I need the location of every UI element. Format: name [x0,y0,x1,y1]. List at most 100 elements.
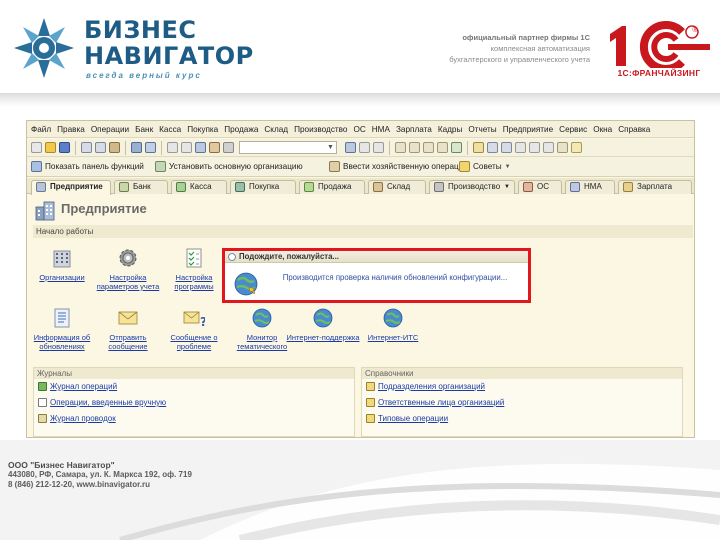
search-prev-icon[interactable] [373,142,384,153]
menu-warehouse[interactable]: Склад [264,125,288,134]
tab-salary[interactable]: Зарплата [618,180,692,194]
copy-icon[interactable] [95,142,106,153]
menu-edit[interactable]: Правка [57,125,85,134]
enter-operation-button[interactable]: Ввести хозяйственную операцию [329,161,469,172]
chevron-down-icon[interactable]: ▼ [504,181,510,193]
menu-operations[interactable]: Операции [91,125,129,134]
cut-icon[interactable] [81,142,92,153]
sales-icon [304,182,314,192]
link-label: Операции, введенные вручную [50,398,167,407]
preview-icon[interactable] [145,142,156,153]
menu-bank[interactable]: Банк [135,125,153,134]
globe-icon [234,272,258,296]
menu-hr[interactable]: Кадры [438,125,463,134]
page-title: Предприятие [61,201,147,216]
start-section-header: Начало работы [33,225,693,238]
menu-production[interactable]: Производство [294,125,347,134]
calculator-icon[interactable] [451,142,462,153]
mail-icon[interactable] [487,142,498,153]
search-combobox[interactable]: ▼ [239,141,337,154]
link-manual-operations[interactable]: Операции, введенные вручную [34,395,354,411]
organization-icon [155,161,166,172]
calc-icon[interactable] [223,142,234,153]
info-icon[interactable] [501,142,512,153]
paste-icon[interactable] [109,142,120,153]
m-minus-icon[interactable] [529,142,540,153]
menu-file[interactable]: Файл [31,125,51,134]
company-name: ООО "Бизнес Навигатор" [8,460,115,470]
link-org-departments[interactable]: Подразделения организаций [362,379,682,395]
link-operations-journal[interactable]: Журнал операций [34,379,354,395]
calendar-icon[interactable] [423,142,434,153]
tab-fixed-assets[interactable]: ОС [518,180,562,194]
tab-enterprise[interactable]: Предприятие [31,180,111,195]
chevron-down-icon[interactable]: ▼ [326,143,335,152]
search-next-icon[interactable] [359,142,370,153]
fixed-assets-icon [523,182,533,192]
menu-cash[interactable]: Касса [159,125,181,134]
mail-icon [118,311,138,325]
partner-info: официальный партнер фирмы 1С комплексная… [420,32,590,65]
tile-accounting-settings[interactable]: Настройка параметров учета [95,247,161,291]
folder-icon [366,414,375,423]
menu-fixed-assets[interactable]: ОС [353,125,365,134]
menu-intangibles[interactable]: НМА [372,125,390,134]
chevron-down-icon[interactable]: ▼ [505,164,511,170]
cash-icon [176,182,186,192]
menu-salary[interactable]: Зарплата [396,125,432,134]
menu-sales[interactable]: Продажа [224,125,258,134]
redo-icon[interactable] [181,142,192,153]
bank-icon [119,182,129,192]
tab-bank[interactable]: Банк [114,180,168,194]
set-org-button[interactable]: Установить основную организацию [155,161,303,172]
company-contacts: ООО "Бизнес Навигатор" 443080, РФ, Самар… [8,460,192,490]
undo-icon[interactable] [167,142,178,153]
print-icon[interactable] [131,142,142,153]
advice-button[interactable]: Советы ▼ [459,161,511,172]
tab-label: Банк [133,182,151,191]
tile-send-message[interactable]: Отправить сообщение [95,307,161,351]
new-doc-icon[interactable] [31,142,42,153]
tile-program-settings[interactable]: Настройка программы [161,247,227,291]
m-plus-icon[interactable] [515,142,526,153]
open-folder-icon[interactable] [45,142,56,153]
note-icon[interactable] [437,142,448,153]
menu-help[interactable]: Справка [618,125,650,134]
tile-organizations[interactable]: Организации [29,247,95,282]
brand-tagline: всегда верный курс [86,71,202,80]
tools-icon[interactable] [209,142,220,153]
show-panel-button[interactable]: Показать панель функций [31,161,144,172]
menu-purchase[interactable]: Покупка [187,125,218,134]
mail-question-icon: ? [183,311,205,329]
save-icon[interactable] [59,142,70,153]
help-icon[interactable] [473,142,484,153]
tab-warehouse[interactable]: Склад [368,180,426,194]
settings-icon[interactable] [557,142,568,153]
tab-purchase[interactable]: Покупка [230,180,296,194]
tile-internet-its[interactable]: Интернет-ИТС [355,307,431,342]
tile-update-info[interactable]: Информация об обновлениях [29,307,95,351]
tile-internet-support[interactable]: Интернет-поддержка [283,307,363,342]
tab-cash[interactable]: Касса [171,180,227,194]
dialog-message: Производится проверка наличия обновлений… [282,273,508,282]
help-book-icon[interactable] [571,142,582,153]
menu-enterprise[interactable]: Предприятие [503,125,553,134]
link-responsible-persons[interactable]: Ответственные лица организаций [362,395,682,411]
text-doc-icon[interactable] [409,142,420,153]
tile-label: Настройка параметров учета [96,273,160,291]
link-typical-operations[interactable]: Типовые операции [362,411,682,427]
find-icon[interactable] [195,142,206,153]
search-icon[interactable] [345,142,356,153]
m-recall-icon[interactable] [543,142,554,153]
tab-sales[interactable]: Продажа [299,180,365,194]
menu-reports[interactable]: Отчеты [468,125,496,134]
tab-intangibles[interactable]: НМА [565,180,615,194]
menu-windows[interactable]: Окна [593,125,612,134]
enterprise-panel: Предприятие Начало работы Организации На… [27,195,694,437]
tab-production[interactable]: Производство ▼ [429,180,515,194]
menu-service[interactable]: Сервис [559,125,587,134]
toolbar-separator [125,141,126,155]
table-icon[interactable] [395,142,406,153]
link-postings-journal[interactable]: Журнал проводок [34,411,354,427]
tile-report-problem[interactable]: ? Сообщение о проблеме [161,307,227,351]
